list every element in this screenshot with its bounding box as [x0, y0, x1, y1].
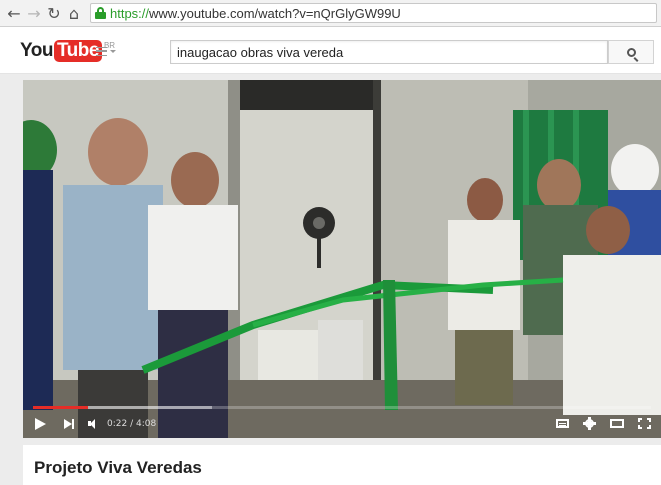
browser-toolbar: ← → ↻ ⌂ https://www.youtube.com/watch?v=…	[0, 0, 661, 27]
theater-mode-icon[interactable]	[610, 419, 624, 428]
hamburger-icon	[96, 46, 107, 56]
logo-tube-text: Tube	[53, 40, 102, 62]
forward-arrow-icon[interactable]: →	[24, 3, 44, 23]
url-scheme: https://	[110, 5, 150, 21]
time-display: 0:22 / 4:08	[107, 418, 157, 429]
lock-icon	[95, 7, 106, 19]
player-controls: 0:22 / 4:08	[23, 409, 661, 438]
video-info: Projeto Viva Veredas	[23, 445, 661, 485]
fullscreen-icon[interactable]	[638, 418, 651, 429]
search-input[interactable]: inaugacao obras viva vereda	[170, 40, 608, 64]
video-frame	[23, 80, 661, 438]
next-icon	[64, 418, 72, 429]
address-bar[interactable]: https://www.youtube.com/watch?v=nQrGlyGW…	[90, 3, 657, 23]
video-player[interactable]: 0:22 / 4:08	[23, 80, 661, 438]
search-icon	[626, 47, 636, 57]
url-text: www.youtube.com/watch?v=nQrGlyGW99U	[149, 5, 401, 21]
video-title: Projeto Viva Veredas	[34, 458, 202, 477]
play-icon	[35, 417, 46, 430]
back-arrow-icon[interactable]: ←	[4, 3, 24, 23]
gear-icon[interactable]	[583, 417, 596, 430]
chevron-down-icon	[110, 49, 116, 53]
reload-icon[interactable]: ↻	[44, 3, 64, 23]
volume-button[interactable]	[88, 409, 95, 438]
youtube-header: You Tube BR inaugacao obras viva vereda	[0, 27, 661, 74]
subtitles-icon[interactable]	[556, 419, 569, 428]
search-button[interactable]	[608, 40, 654, 64]
play-button[interactable]	[35, 409, 46, 438]
home-icon[interactable]: ⌂	[64, 3, 84, 23]
next-button[interactable]	[64, 409, 74, 438]
logo-you-text: You	[20, 40, 53, 61]
search-query-text: inaugacao obras viva vereda	[177, 44, 344, 60]
guide-menu-button[interactable]	[96, 42, 118, 60]
